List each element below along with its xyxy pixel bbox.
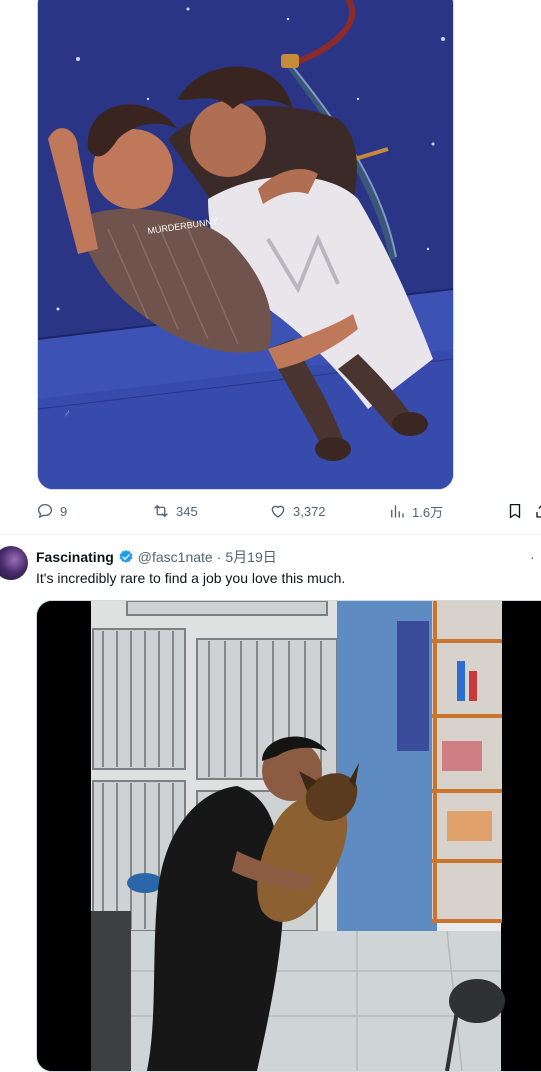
retweet-button[interactable]: 345 bbox=[152, 500, 198, 522]
header-separator: · bbox=[216, 549, 222, 565]
like-button[interactable]: 3,372 bbox=[269, 500, 326, 522]
tweet-media-illustration[interactable]: MURDERBUNNY ~ bbox=[37, 0, 454, 490]
author-handle[interactable]: @fasc1nate bbox=[138, 549, 213, 565]
reply-count: 9 bbox=[60, 503, 68, 519]
heart-icon bbox=[271, 505, 285, 518]
retweet-count: 345 bbox=[176, 503, 198, 519]
author-name[interactable]: Fascinating bbox=[36, 549, 114, 565]
reply-icon bbox=[37, 503, 53, 519]
reply-button[interactable]: 9 bbox=[36, 500, 67, 522]
verified-badge-icon bbox=[119, 550, 133, 563]
more-options-button[interactable]: · bbox=[530, 549, 536, 565]
like-count: 3,372 bbox=[293, 503, 326, 519]
tweet-text: It's incredibly rare to find a job you l… bbox=[36, 570, 346, 586]
tweet-media-video[interactable] bbox=[36, 600, 541, 1072]
view-count: 1.6万 bbox=[412, 504, 444, 520]
share-icon bbox=[536, 505, 541, 518]
tweet-date[interactable]: 5月19日 bbox=[225, 547, 276, 567]
tweet-divider bbox=[0, 534, 541, 535]
bookmark-icon bbox=[509, 503, 521, 519]
more-icon: · bbox=[530, 549, 536, 565]
video-frame bbox=[37, 601, 541, 1071]
analytics-icon bbox=[391, 505, 404, 518]
views-button[interactable]: 1.6万 bbox=[388, 500, 443, 522]
illustration-image: MURDERBUNNY ~ bbox=[38, 0, 453, 489]
bookmark-button[interactable] bbox=[506, 500, 524, 522]
retweet-icon bbox=[154, 505, 168, 517]
share-button[interactable] bbox=[534, 500, 541, 522]
tweet-action-bar: 9 345 3,372 1.6万 bbox=[36, 500, 541, 522]
avatar[interactable] bbox=[0, 546, 28, 580]
tweet-header: Fascinating @fasc1nate · 5月19日 bbox=[36, 548, 277, 566]
